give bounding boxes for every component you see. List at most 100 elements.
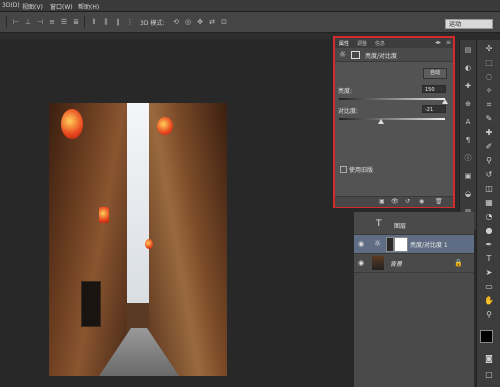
- eyedropper-icon[interactable]: ✎: [484, 114, 494, 124]
- path-select-icon[interactable]: ➤: [484, 268, 494, 278]
- adjustments-icon[interactable]: ◒: [464, 190, 472, 198]
- photo-left-building: [49, 103, 127, 376]
- layer-mask-thumbnail[interactable]: [394, 237, 408, 252]
- quick-mask-icon[interactable]: ◙: [484, 354, 494, 364]
- info-icon[interactable]: ⓘ: [464, 154, 472, 162]
- eye-icon[interactable]: ◉: [358, 259, 364, 267]
- menu-window[interactable]: 窗口(W): [50, 2, 73, 11]
- properties-footer: ▣ 👁 ↺ ◉ 🗑: [335, 196, 453, 207]
- eye-icon[interactable]: ◉: [358, 240, 364, 248]
- color-icon[interactable]: ✚: [464, 82, 472, 90]
- blur-tool-icon[interactable]: ◔: [484, 212, 494, 222]
- healing-brush-icon[interactable]: ✚: [484, 128, 494, 138]
- contrast-slider[interactable]: [339, 118, 445, 120]
- roll-3d-icon[interactable]: ◎: [184, 18, 192, 26]
- brightness-adjustment-icon: ☼: [374, 239, 382, 248]
- move-tool-icon[interactable]: ✣: [484, 44, 494, 54]
- rotate-3d-icon[interactable]: ⟲: [172, 18, 180, 26]
- type-tool-icon[interactable]: T: [484, 254, 494, 264]
- workspace-select[interactable]: 运动: [445, 19, 493, 29]
- history-icon[interactable]: ▤: [464, 46, 472, 54]
- character-icon[interactable]: A: [464, 118, 472, 126]
- lock-icon: 🔒: [454, 259, 463, 267]
- hand-tool-icon[interactable]: ✋: [484, 296, 494, 306]
- canvas-photo[interactable]: [49, 103, 227, 376]
- menu-help[interactable]: 帮助(H): [78, 2, 99, 11]
- brightness-icon: ☼: [339, 50, 347, 59]
- layer-name: 亮度/对比度 1: [410, 242, 448, 249]
- foreground-color-swatch[interactable]: [480, 330, 493, 343]
- distribute-middle-icon[interactable]: ☰: [60, 18, 68, 26]
- align-center-icon[interactable]: ⊥: [24, 18, 32, 26]
- align-left-icon[interactable]: ⊢: [12, 18, 20, 26]
- tools-bar: ✣ ⬚ ◌ ✧ ⌗ ✎ ✚ ✐ ⚲ ↺ ◫ ▦ ◔ ● ✒ T ➤ ▭ ✋ ⚲ …: [476, 40, 500, 387]
- brightness-label: 亮度:: [338, 88, 353, 95]
- panel-tabs: 属性 调整 信息 ◂▸ ≡: [335, 38, 453, 48]
- properties-panel: 属性 调整 信息 ◂▸ ≡ ☼ 亮度/对比度 自动 亮度: 150 对比度: -…: [333, 36, 455, 208]
- legacy-label: 使用旧版: [349, 167, 374, 174]
- eraser-tool-icon[interactable]: ◫: [484, 184, 494, 194]
- legacy-checkbox[interactable]: [340, 166, 347, 173]
- contrast-value-field[interactable]: -21: [422, 105, 446, 113]
- gradient-tool-icon[interactable]: ▦: [484, 198, 494, 208]
- screen-mode-icon[interactable]: ▢: [484, 370, 494, 380]
- tab-info[interactable]: 信息: [375, 40, 385, 47]
- slide-3d-icon[interactable]: ⇄: [208, 18, 216, 26]
- auto-align-icon[interactable]: ⋮: [126, 18, 134, 26]
- distribute-left-icon[interactable]: ⫴: [90, 18, 98, 26]
- lantern-image: [61, 109, 83, 139]
- background-thumbnail: [372, 256, 384, 270]
- pen-tool-icon[interactable]: ✒: [484, 240, 494, 250]
- lantern-image: [99, 207, 109, 223]
- lasso-tool-icon[interactable]: ◌: [484, 72, 494, 82]
- clip-to-layer-icon[interactable]: ▣: [379, 198, 385, 205]
- swatches-icon[interactable]: ⊕: [464, 100, 472, 108]
- menu-bar: 3D(D) 视图(V) 窗口(W) 帮助(H): [0, 0, 500, 12]
- reset-icon[interactable]: ↺: [405, 198, 410, 205]
- pan-3d-icon[interactable]: ✥: [196, 18, 204, 26]
- distribute-top-icon[interactable]: ≡: [48, 18, 56, 26]
- mask-icon[interactable]: [351, 51, 360, 59]
- collapse-icon[interactable]: ◂▸: [435, 39, 441, 46]
- layer-row[interactable]: T 图层: [354, 216, 474, 235]
- scale-3d-icon[interactable]: ⊡: [220, 18, 228, 26]
- layer-row[interactable]: ◉ 背景 🔒: [354, 254, 474, 273]
- layer-name: 背景: [390, 261, 403, 268]
- distribute-right-icon[interactable]: ∥: [114, 18, 122, 26]
- separator: [6, 16, 7, 28]
- tab-properties[interactable]: 属性: [339, 40, 349, 47]
- menu-view[interactable]: 视图(V): [22, 2, 43, 11]
- brush-preset-icon[interactable]: ◐: [464, 64, 472, 72]
- dodge-tool-icon[interactable]: ●: [484, 226, 494, 236]
- history-brush-icon[interactable]: ↺: [484, 170, 494, 180]
- clone-stamp-icon[interactable]: ⚲: [484, 156, 494, 166]
- magic-wand-icon[interactable]: ✧: [484, 86, 494, 96]
- delete-icon[interactable]: 🗑: [435, 198, 443, 205]
- toggle-visibility-icon[interactable]: ◉: [419, 198, 424, 205]
- brightness-value-field[interactable]: 150: [422, 85, 446, 93]
- layer-row-selected[interactable]: ◉ ☼ 亮度/对比度 1: [354, 235, 474, 254]
- brush-tool-icon[interactable]: ✐: [484, 142, 494, 152]
- paragraph-icon[interactable]: ¶: [464, 136, 472, 144]
- link-icon: [386, 237, 394, 252]
- distribute-bottom-icon[interactable]: ≣: [72, 18, 80, 26]
- brightness-slider-handle[interactable]: [442, 99, 448, 104]
- auto-button[interactable]: 自动: [423, 68, 447, 79]
- shape-tool-icon[interactable]: ▭: [484, 282, 494, 292]
- menu-3d[interactable]: 3D(D): [2, 2, 20, 9]
- view-previous-icon[interactable]: 👁: [391, 198, 399, 205]
- contrast-slider-handle[interactable]: [378, 119, 385, 124]
- lantern-image: [157, 117, 173, 135]
- zoom-tool-icon[interactable]: ⚲: [484, 310, 494, 320]
- distribute-center-icon[interactable]: ⫼: [102, 18, 110, 26]
- crop-tool-icon[interactable]: ⌗: [484, 100, 494, 110]
- brightness-slider[interactable]: [339, 98, 445, 100]
- tab-adjustments[interactable]: 调整: [357, 40, 367, 47]
- marquee-tool-icon[interactable]: ⬚: [484, 58, 494, 68]
- align-right-icon[interactable]: ⊣: [36, 18, 44, 26]
- styles-icon[interactable]: ▣: [464, 172, 472, 180]
- panel-icon-strip: ▤ ◐ ✚ ⊕ A ¶ ⓘ ▣ ◒ ▥: [459, 40, 476, 230]
- panel-menu-icon[interactable]: ≡: [446, 39, 451, 46]
- properties-title: 亮度/对比度: [365, 53, 398, 60]
- contrast-label: 对比度:: [338, 108, 359, 115]
